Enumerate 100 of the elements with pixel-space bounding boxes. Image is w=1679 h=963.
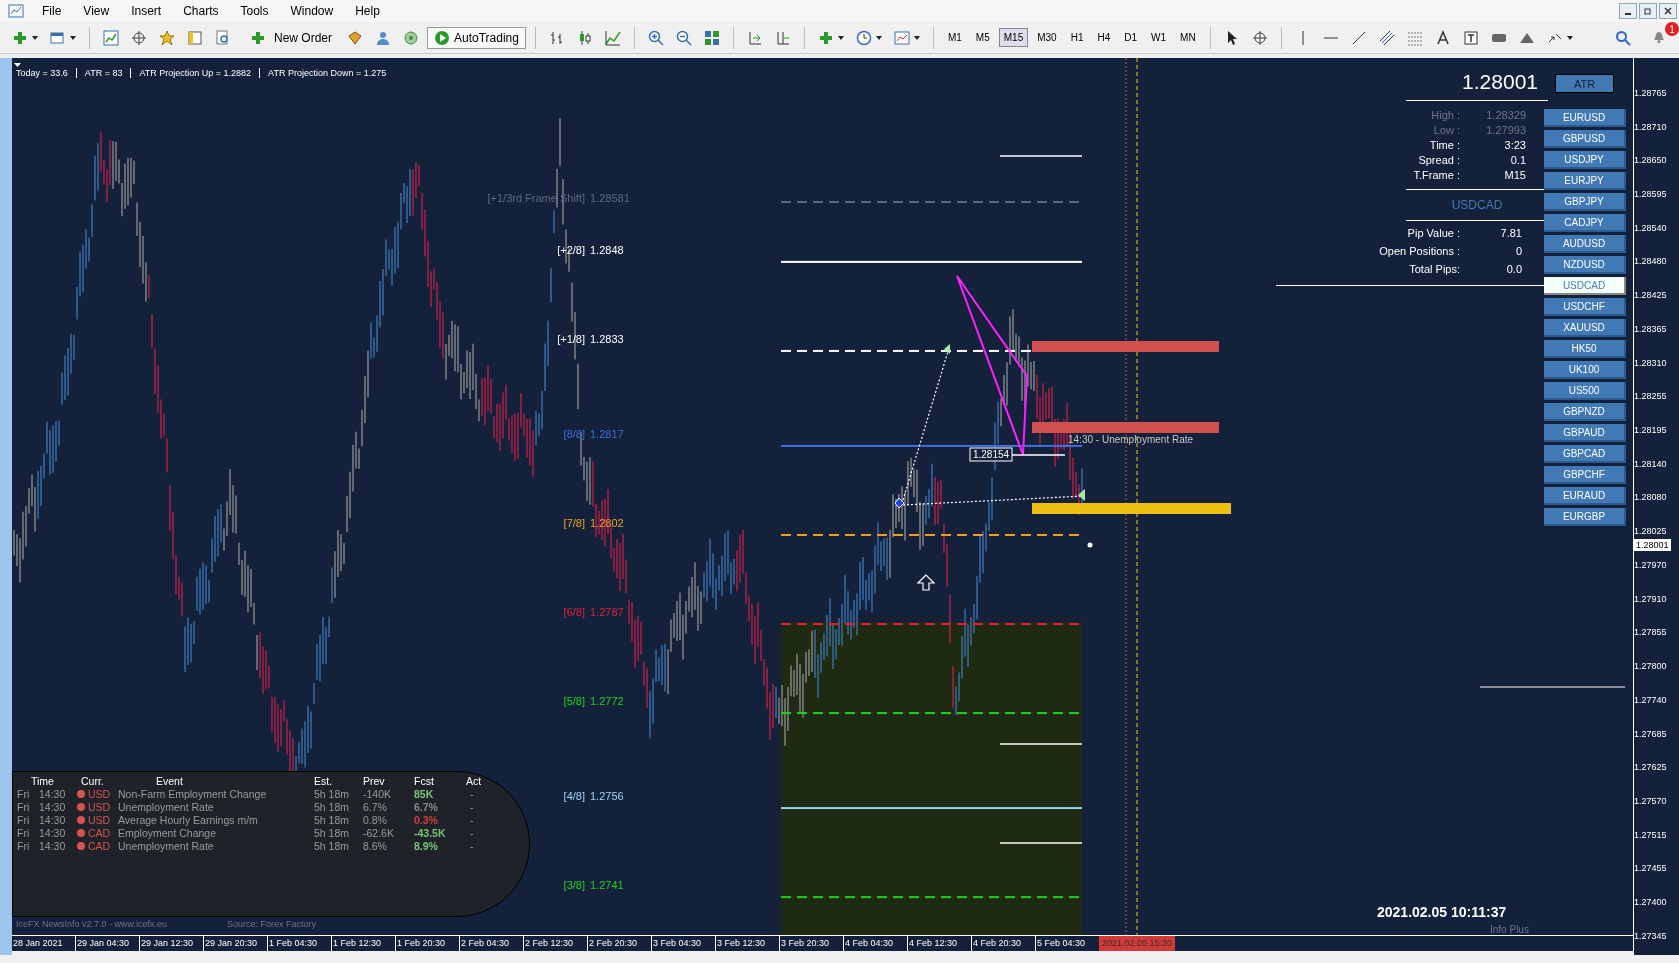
close-icon[interactable] [1659, 3, 1677, 19]
stat-label: Spread : [1417, 154, 1461, 166]
minimize-icon[interactable] [1619, 3, 1637, 19]
impact-dot [77, 803, 85, 811]
menu-item[interactable]: Charts [175, 2, 227, 20]
scroll-icon[interactable] [746, 29, 763, 46]
star-icon[interactable] [159, 29, 175, 46]
stat-value: 0.1 [1509, 154, 1526, 166]
caret-icon[interactable] [875, 35, 882, 40]
symbol-button[interactable]: EURUSD [1544, 109, 1626, 127]
trend-line-icon[interactable] [1350, 29, 1367, 46]
table-cell-text: Employment Change [118, 827, 218, 840]
symbol-button[interactable]: CADJPY [1544, 214, 1626, 232]
symbol-button[interactable]: GBPCHF [1544, 466, 1626, 484]
channel-icon[interactable] [1378, 29, 1395, 46]
column-header: Event [155, 775, 184, 788]
symbol-button[interactable]: USDJPY [1544, 151, 1626, 169]
timeframe-button[interactable]: W1 [1146, 28, 1172, 47]
window-icon[interactable] [50, 29, 66, 46]
notification-badge: 1 [1665, 22, 1679, 36]
symbol-button[interactable]: GBPUSD [1544, 130, 1626, 148]
symbol-button[interactable]: AUDUSD [1544, 235, 1626, 253]
timeframe-button[interactable]: M1 [942, 28, 967, 47]
crosshair-icon[interactable] [131, 29, 147, 46]
symbol-button[interactable]: GBPCAD [1544, 445, 1626, 463]
timeframe-button[interactable]: MN [1175, 28, 1201, 47]
menu-item[interactable]: File [34, 2, 70, 20]
chart-icon[interactable] [103, 29, 119, 46]
plus-icon[interactable] [250, 29, 266, 46]
table-cell-text: 14:30 [39, 827, 67, 840]
search-icon[interactable] [1615, 29, 1631, 46]
text-icon[interactable] [1434, 29, 1451, 46]
symbol-button[interactable]: GBPNZD [1544, 403, 1626, 421]
level-label: [+2/8] [557, 243, 585, 256]
timeframe-button[interactable]: M15 [998, 28, 1029, 47]
timeframe-button[interactable]: M30 [1032, 28, 1062, 47]
bar-chart-icon[interactable] [548, 29, 565, 46]
symbol-button[interactable]: GBPAUD [1544, 424, 1626, 442]
symbol-button[interactable]: EURJPY [1544, 172, 1626, 190]
timeframe-button[interactable]: H4 [1092, 28, 1116, 47]
caret-icon[interactable] [913, 35, 920, 40]
timeframe-button[interactable]: D1 [1119, 28, 1143, 47]
menu-item[interactable]: Window [282, 2, 342, 20]
crosshair-icon[interactable] [1251, 29, 1268, 46]
symbol-button[interactable]: EURAUD [1544, 487, 1626, 505]
zoom-in-icon[interactable] [647, 29, 664, 46]
stat-label: Time : [1428, 139, 1461, 151]
column-header: Prev [363, 775, 386, 788]
menu-item[interactable]: Tools [232, 2, 277, 20]
clock-icon[interactable] [855, 29, 872, 46]
symbol-button[interactable]: HK50 [1544, 340, 1626, 358]
symbol-button[interactable]: GBPJPY [1544, 193, 1626, 211]
document-magnifier-icon[interactable] [215, 29, 231, 46]
timeframe-button[interactable]: M5 [970, 28, 995, 47]
symbol-button[interactable]: XAUUSD [1544, 319, 1626, 337]
symbol-button[interactable]: USDCAD [1544, 277, 1626, 295]
autotrading-button[interactable]: AutoTrading [427, 26, 526, 49]
table-cell-text: 14:30 [39, 801, 67, 814]
time-label: 29 Jan 04:30 [75, 936, 139, 951]
time-label: 3 Feb 12:30 [715, 936, 779, 951]
table-cell-text: Fri [17, 788, 31, 801]
price-label: 1.27800 [1634, 661, 1667, 672]
symbol-button[interactable]: US500 [1544, 382, 1626, 400]
level-label: [5/8] [563, 695, 585, 708]
line-chart-icon[interactable] [604, 29, 621, 46]
atr-button[interactable]: ATR [1555, 74, 1614, 93]
price-label: 1.27515 [1634, 829, 1667, 840]
table-cell-text: USD [88, 814, 112, 827]
table-cell-text: 5h 18m [314, 801, 351, 814]
caret-icon[interactable] [1566, 35, 1573, 40]
caret-icon[interactable] [70, 35, 76, 40]
impact-dot [77, 816, 85, 824]
caret-icon[interactable] [837, 35, 844, 40]
menu-item[interactable]: Help [347, 2, 388, 20]
table-cell-text: 5h 18m [314, 840, 351, 853]
price-label: 1.28310 [1634, 357, 1667, 368]
menu-item[interactable]: View [75, 2, 118, 20]
text-label-icon[interactable] [1462, 29, 1479, 46]
marker-icon [894, 497, 905, 509]
signal-icon[interactable] [403, 29, 419, 46]
symbol-button[interactable]: UK100 [1544, 361, 1626, 379]
template-icon[interactable] [893, 29, 910, 46]
symbol-button[interactable]: USDCHF [1544, 298, 1626, 316]
new-order-button[interactable]: New Order [239, 26, 339, 49]
shift-icon[interactable] [774, 29, 791, 46]
panel-icon[interactable] [187, 29, 203, 46]
table-cell-text: USD [88, 788, 112, 801]
price-label: 1.27970 [1634, 559, 1667, 570]
level-price: 1.28581 [590, 191, 630, 204]
person-icon[interactable] [375, 29, 391, 46]
grid-icon[interactable] [703, 29, 720, 46]
gem-icon[interactable] [347, 29, 363, 46]
menu-item[interactable]: Insert [123, 2, 170, 20]
timeframe-button[interactable]: H1 [1065, 28, 1089, 47]
symbol-button[interactable]: NZDUSD [1544, 256, 1626, 274]
symbol-button[interactable]: EURGBP [1544, 508, 1626, 526]
caret-icon[interactable] [32, 35, 38, 40]
dot-icon [1087, 542, 1093, 548]
time-label: 4 Feb 20:30 [971, 936, 1035, 951]
zoom-out-icon[interactable] [675, 29, 692, 46]
